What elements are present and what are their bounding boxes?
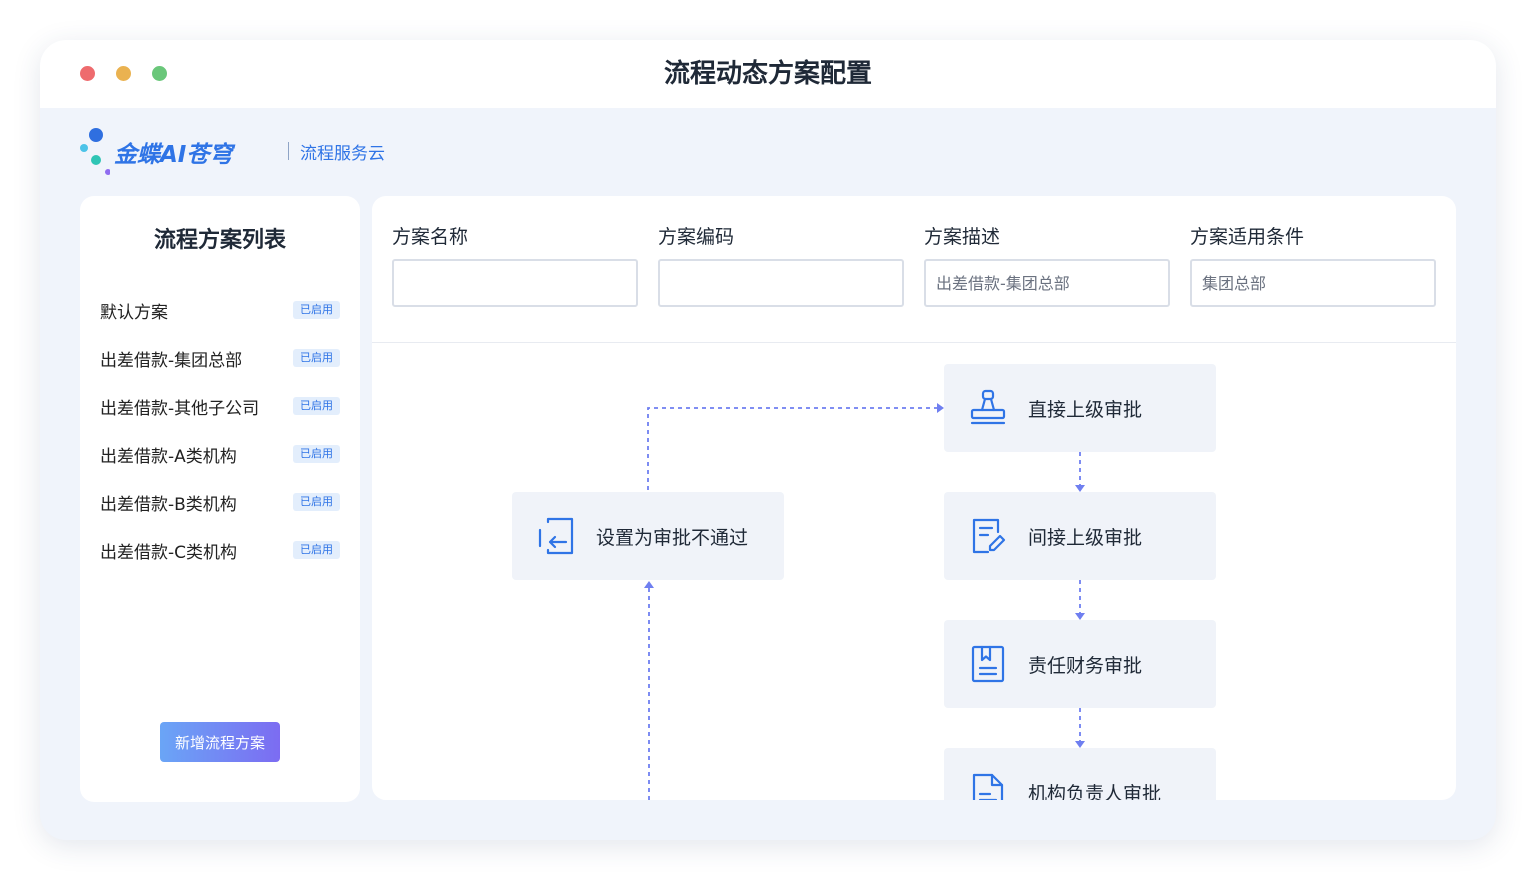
status-badge: 已启用 bbox=[293, 349, 340, 367]
field-label: 方案编码 bbox=[658, 226, 735, 248]
status-badge: 已启用 bbox=[293, 301, 340, 319]
scheme-list-title: 流程方案列表 bbox=[153, 228, 286, 253]
scheme-item-label: 出差借款-B类机构 bbox=[100, 494, 237, 515]
add-scheme-button[interactable]: 新增流程方案 bbox=[160, 722, 280, 762]
edit-document-icon bbox=[968, 516, 1008, 556]
connector-reject-to-direct bbox=[647, 407, 938, 490]
scheme-name-input[interactable] bbox=[392, 259, 638, 307]
arrowhead bbox=[1075, 741, 1085, 748]
status-badge: 已启用 bbox=[293, 493, 340, 511]
bookmark-document-icon bbox=[968, 644, 1008, 684]
status-badge: 已启用 bbox=[293, 445, 340, 463]
brand-logo: 金蝶AI苍穹 流程服务云 bbox=[78, 126, 398, 178]
scheme-editor-panel: 方案名称 方案编码 方案描述 方案适用条件 bbox=[372, 196, 1456, 800]
scheme-item-group-hq[interactable]: 出差借款-集团总部 已启用 bbox=[100, 334, 340, 382]
scheme-item-other-subsidiaries[interactable]: 出差借款-其他子公司 已启用 bbox=[100, 382, 340, 430]
flow-node-label: 间接上级审批 bbox=[1028, 526, 1143, 549]
flow-node-finance[interactable]: 责任财务审批 bbox=[944, 620, 1216, 708]
brand-subtitle: 流程服务云 bbox=[300, 144, 385, 164]
field-scheme-condition: 方案适用条件 bbox=[1190, 222, 1436, 307]
scheme-list-panel: 流程方案列表 默认方案 已启用 出差借款-集团总部 已启用 出差借款-其他子公司… bbox=[80, 196, 360, 802]
status-badge: 已启用 bbox=[293, 397, 340, 415]
scheme-item-label: 出差借款-A类机构 bbox=[100, 446, 237, 467]
arrowhead bbox=[1075, 485, 1085, 492]
brand-name: 金蝶AI苍穹 bbox=[114, 142, 233, 168]
arrowhead bbox=[1075, 613, 1085, 620]
field-scheme-name: 方案名称 bbox=[392, 222, 638, 307]
scheme-condition-input[interactable] bbox=[1190, 259, 1436, 307]
stamp-icon bbox=[968, 388, 1008, 428]
flow-node-institution-head[interactable]: 机构负责人审批 bbox=[944, 748, 1216, 800]
scheme-list: 默认方案 已启用 出差借款-集团总部 已启用 出差借款-其他子公司 已启用 出差… bbox=[100, 286, 340, 574]
scheme-item-default[interactable]: 默认方案 已启用 bbox=[100, 286, 340, 334]
scheme-item-class-b[interactable]: 出差借款-B类机构 已启用 bbox=[100, 478, 340, 526]
document-icon bbox=[968, 772, 1008, 800]
scheme-code-input[interactable] bbox=[658, 259, 904, 307]
field-label: 方案描述 bbox=[924, 226, 1001, 248]
flow-node-label: 直接上级审批 bbox=[1028, 398, 1143, 421]
flow-node-label: 设置为审批不通过 bbox=[596, 526, 749, 549]
brand-mark-icon bbox=[80, 128, 110, 175]
scheme-item-class-c[interactable]: 出差借款-C类机构 已启用 bbox=[100, 526, 340, 574]
scheme-item-label: 出差借款-集团总部 bbox=[100, 350, 243, 371]
status-badge: 已启用 bbox=[293, 541, 340, 559]
arrowhead bbox=[644, 581, 654, 588]
field-label: 方案适用条件 bbox=[1190, 226, 1305, 248]
field-label: 方案名称 bbox=[392, 226, 469, 248]
field-scheme-description: 方案描述 bbox=[924, 222, 1170, 307]
flow-node-direct-supervisor[interactable]: 直接上级审批 bbox=[944, 364, 1216, 452]
scheme-description-input[interactable] bbox=[924, 259, 1170, 307]
app-window: 流程动态方案配置 金蝶AI苍穹 流程服务云 流程方案列表 默认方案 已启用 出差… bbox=[40, 40, 1496, 840]
return-icon bbox=[536, 516, 576, 556]
title-bar: 流程动态方案配置 bbox=[40, 40, 1496, 108]
flow-node-label: 责任财务审批 bbox=[1028, 654, 1143, 677]
scheme-item-class-a[interactable]: 出差借款-A类机构 已启用 bbox=[100, 430, 340, 478]
section-divider bbox=[372, 342, 1456, 343]
brand-divider bbox=[288, 142, 289, 160]
field-scheme-code: 方案编码 bbox=[658, 222, 904, 307]
window-title: 流程动态方案配置 bbox=[663, 59, 872, 89]
arrowhead bbox=[937, 403, 944, 413]
flow-node-indirect-supervisor[interactable]: 间接上级审批 bbox=[944, 492, 1216, 580]
scheme-item-label: 出差借款-其他子公司 bbox=[100, 398, 260, 419]
flow-node-set-rejected[interactable]: 设置为审批不通过 bbox=[512, 492, 784, 580]
scheme-item-label: 默认方案 bbox=[100, 302, 168, 323]
scheme-item-label: 出差借款-C类机构 bbox=[100, 542, 238, 563]
flow-node-label: 机构负责人审批 bbox=[1028, 782, 1162, 801]
